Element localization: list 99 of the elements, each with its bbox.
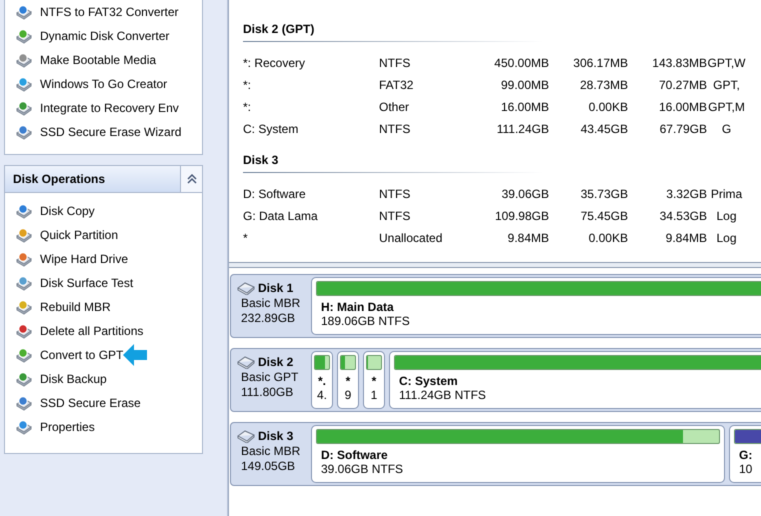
table-cell-text: 16.00MB <box>500 100 549 114</box>
table-cell-text: 0.00KB <box>588 231 628 245</box>
partition-block[interactable]: G: 10 <box>729 425 761 483</box>
table-cell-text: G: Data Lama <box>243 209 319 223</box>
partition-label: D: Software <box>320 448 389 462</box>
disk-size: 232.89GB <box>240 311 296 326</box>
table-cell: GPT,M <box>707 100 746 114</box>
drive-icon <box>237 356 255 369</box>
drive-icon <box>237 430 255 443</box>
disk-size: 149.05GB <box>240 459 296 474</box>
sidebar-item[interactable]: SSD Secure Erase Wizard <box>5 120 202 144</box>
disk-name: Disk 2 <box>237 355 294 370</box>
sidebar-item[interactable]: Integrate to Recovery Env <box>5 96 202 120</box>
table-cell-text: 39.06GB <box>500 187 549 201</box>
disk-name: Disk 3 <box>237 429 294 444</box>
table-cell-text: G <box>720 122 732 136</box>
partition-block[interactable]: C: System 111.24GB NTFS <box>389 351 761 409</box>
table-cell-text: NTFS <box>379 209 412 223</box>
sidebar-item[interactable]: Delete all Partitions <box>5 319 202 343</box>
partition-detail: 10 <box>738 462 754 476</box>
table-cell-text: 143.83MB <box>651 56 707 70</box>
table-cell-text: 75.45GB <box>580 209 628 223</box>
table-cell-text: GPT, <box>712 78 741 92</box>
table-cell-text: 34.53GB <box>658 209 707 223</box>
table-cell-text: 450.00MB <box>493 56 549 70</box>
disk-heading: Disk 3 <box>243 149 673 173</box>
table-cell-text: Log <box>715 209 738 223</box>
sidebar-item[interactable]: Properties <box>5 415 202 439</box>
sidebar-item[interactable]: SSD Secure Erase <box>5 391 202 415</box>
sidebar-item[interactable]: Dynamic Disk Converter <box>5 24 202 48</box>
table-cell-text: 0.00KB <box>588 100 628 114</box>
partition-detail: 111.24GB NTFS <box>398 388 487 402</box>
sidebar-item[interactable]: Windows To Go Creator <box>5 72 202 96</box>
sidebar-item[interactable]: Disk Copy <box>5 199 202 223</box>
sidebar-item[interactable]: Make Bootable Media <box>5 48 202 72</box>
table-cell-text: 35.73GB <box>580 187 628 201</box>
table-cell-text: 28.73MB <box>578 78 628 92</box>
table-cell-text: 9.84MB <box>506 231 549 245</box>
partition-detail: 4. <box>316 388 327 402</box>
table-cell-text: NTFS <box>379 56 412 70</box>
table-cell-text: NTFS <box>379 187 412 201</box>
sidebar-item[interactable]: NTFS to FAT32 Converter <box>5 0 202 24</box>
table-cell-text: Log <box>715 231 738 245</box>
table-cell-text: 306.17MB <box>572 56 628 70</box>
table-cell-text: * <box>243 231 249 245</box>
partition-label: * <box>346 374 350 388</box>
disk-card[interactable]: Disk 3 Basic MBR 149.05GB D: Software 39.06GB NTFS G: 10 <box>230 422 761 486</box>
table-cell-text: *: <box>243 100 252 114</box>
disk-card[interactable]: Disk 2 Basic GPT 111.80GB *. 4. * 9 * 1 C: System 111.24GB NTFS <box>230 348 761 412</box>
table-cell-text: 99.00MB <box>500 78 549 92</box>
drive-icon <box>237 282 255 295</box>
disk-heading: Disk 2 (GPT) <box>243 18 673 42</box>
table-cell-text: 70.27MB <box>658 78 707 92</box>
partition-detail: 9 <box>344 388 352 402</box>
table-cell-text: Prima <box>710 187 744 201</box>
disk-style: Basic GPT <box>240 370 298 385</box>
sidebar-item[interactable]: Rebuild MBR <box>5 295 202 319</box>
sidebar-item[interactable]: Disk Backup <box>5 367 202 391</box>
table-cell-text: 9.84MB <box>664 231 707 245</box>
partition-block[interactable]: H: Main Data 189.06GB NTFS <box>311 277 761 335</box>
table-cell-text: *: <box>243 78 252 92</box>
disk-name: Disk 1 <box>237 281 294 296</box>
partition-label: C: System <box>398 374 459 388</box>
sidebar-item[interactable]: Quick Partition <box>5 223 202 247</box>
sidebar-item[interactable]: Convert to GPT <box>5 343 202 367</box>
partition-detail: 1 <box>370 388 378 402</box>
partition-label: *. <box>318 374 326 388</box>
table-cell-text: C: System <box>243 122 300 136</box>
table-cell-text: 43.45GB <box>580 122 628 136</box>
table-cell-text: 16.00MB <box>658 100 707 114</box>
table-cell-text: *: Recovery <box>243 56 306 70</box>
table-cell-text: D: Software <box>243 187 307 201</box>
collapse-button[interactable] <box>180 166 202 192</box>
table-cell: GPT,W <box>707 56 746 70</box>
partition-detail: 39.06GB NTFS <box>320 462 404 476</box>
sidebar-item[interactable]: Disk Surface Test <box>5 271 202 295</box>
disk-card[interactable]: Disk 1 Basic MBR 232.89GB H: Main Data 189.06GB NTFS <box>230 274 761 338</box>
table-cell-text: 67.79GB <box>658 122 707 136</box>
table-cell-text: Other <box>379 100 410 114</box>
partition-block[interactable]: * 9 <box>337 351 359 409</box>
sidebar-item[interactable]: Wipe Hard Drive <box>5 247 202 271</box>
double-chevron-icon <box>186 174 196 184</box>
disk-style: Basic MBR <box>240 296 300 311</box>
partition-detail: 189.06GB NTFS <box>320 314 411 328</box>
partition-label: G: <box>738 448 754 462</box>
partition-block[interactable]: D: Software 39.06GB NTFS <box>311 425 725 483</box>
disk-style: Basic MBR <box>240 444 300 459</box>
partition-label: H: Main Data <box>320 300 395 314</box>
table-cell-text: 111.24GB <box>496 122 549 136</box>
table-cell-text: NTFS <box>379 122 412 136</box>
panel-title: Disk Operations <box>12 171 106 188</box>
partition-label: * <box>372 374 376 388</box>
disk-size: 111.80GB <box>240 385 294 400</box>
table-cell-text: 109.98GB <box>494 209 549 223</box>
partition-block[interactable]: *. 4. <box>311 351 333 409</box>
partition-block[interactable]: * 1 <box>363 351 385 409</box>
table-cell-text: FAT32 <box>379 78 414 92</box>
table-cell-text: 3.32GB <box>665 187 707 201</box>
table-cell-text: Unallocated <box>379 231 444 245</box>
